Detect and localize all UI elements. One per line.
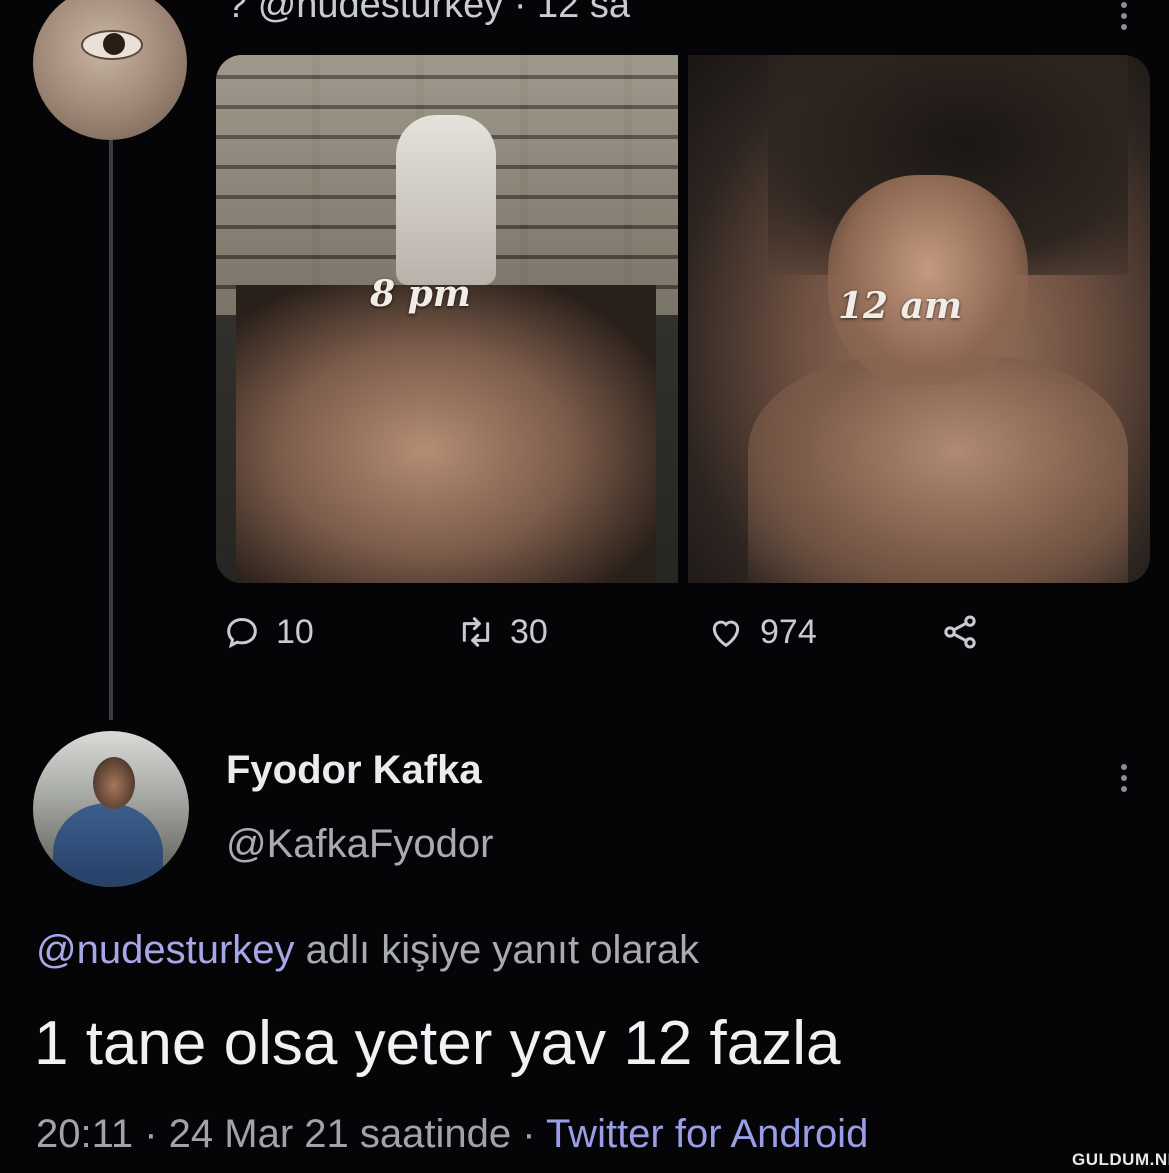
reply-button[interactable]: 10 — [222, 612, 314, 652]
tweet-timestamp: 20:11 · 24 Mar 21 saatinde · — [36, 1112, 546, 1156]
tweet-thread-screen: ? @nudesturkey · 12 sa 8 pm 12 am 10 30 … — [0, 0, 1169, 1173]
like-count: 974 — [760, 612, 817, 651]
tweet-metadata: 20:11 · 24 Mar 21 saatinde · Twitter for… — [36, 1112, 868, 1157]
avatar-person-body — [53, 803, 163, 887]
media-photo-1[interactable]: 8 pm — [216, 55, 678, 583]
reply-author-display-name[interactable]: Fyodor Kafka — [226, 748, 482, 793]
thread-connector-line — [109, 140, 113, 720]
more-icon[interactable] — [1121, 2, 1129, 30]
tweet-source-link[interactable]: Twitter for Android — [546, 1112, 868, 1156]
reply-author-handle[interactable]: @KafkaFyodor — [226, 822, 493, 867]
like-button[interactable]: 974 — [706, 612, 817, 652]
avatar-person-head — [93, 757, 135, 809]
avatar-iris-detail — [103, 33, 125, 55]
tweet-action-bar: 10 30 974 — [222, 612, 1002, 672]
original-tweet-header[interactable]: ? @nudesturkey · 12 sa — [226, 0, 630, 27]
photo-face-detail — [828, 175, 1028, 385]
media-photo-2[interactable]: 12 am — [688, 55, 1150, 583]
photo-2-time-label: 12 am — [838, 285, 963, 327]
photo-feet-detail — [396, 115, 496, 285]
reply-mention-link[interactable]: @nudesturkey — [36, 928, 295, 972]
original-author-avatar[interactable] — [33, 0, 187, 140]
photo-body-detail — [748, 355, 1128, 583]
reply-author-avatar[interactable] — [33, 731, 189, 887]
retweet-count: 30 — [510, 612, 548, 651]
retweet-button[interactable]: 30 — [456, 612, 548, 652]
share-icon — [944, 615, 976, 649]
reply-context-line: @nudesturkey adlı kişiye yanıt olarak — [36, 928, 699, 973]
like-icon — [712, 620, 740, 648]
reply-context-text: adlı kişiye yanıt olarak — [294, 928, 700, 972]
photo-legs-detail — [236, 285, 656, 583]
tweet-media-grid: 8 pm 12 am — [216, 55, 1150, 583]
more-icon[interactable] — [1121, 764, 1129, 792]
photo-1-time-label: 8 pm — [370, 273, 471, 315]
reply-count: 10 — [276, 612, 314, 651]
site-watermark: GULDUM.NET — [1072, 1150, 1169, 1169]
reply-tweet-text: 1 tane olsa yeter yav 12 fazla — [34, 1009, 841, 1078]
retweet-icon — [462, 617, 490, 647]
share-button[interactable] — [940, 612, 980, 652]
reply-icon — [227, 617, 257, 649]
